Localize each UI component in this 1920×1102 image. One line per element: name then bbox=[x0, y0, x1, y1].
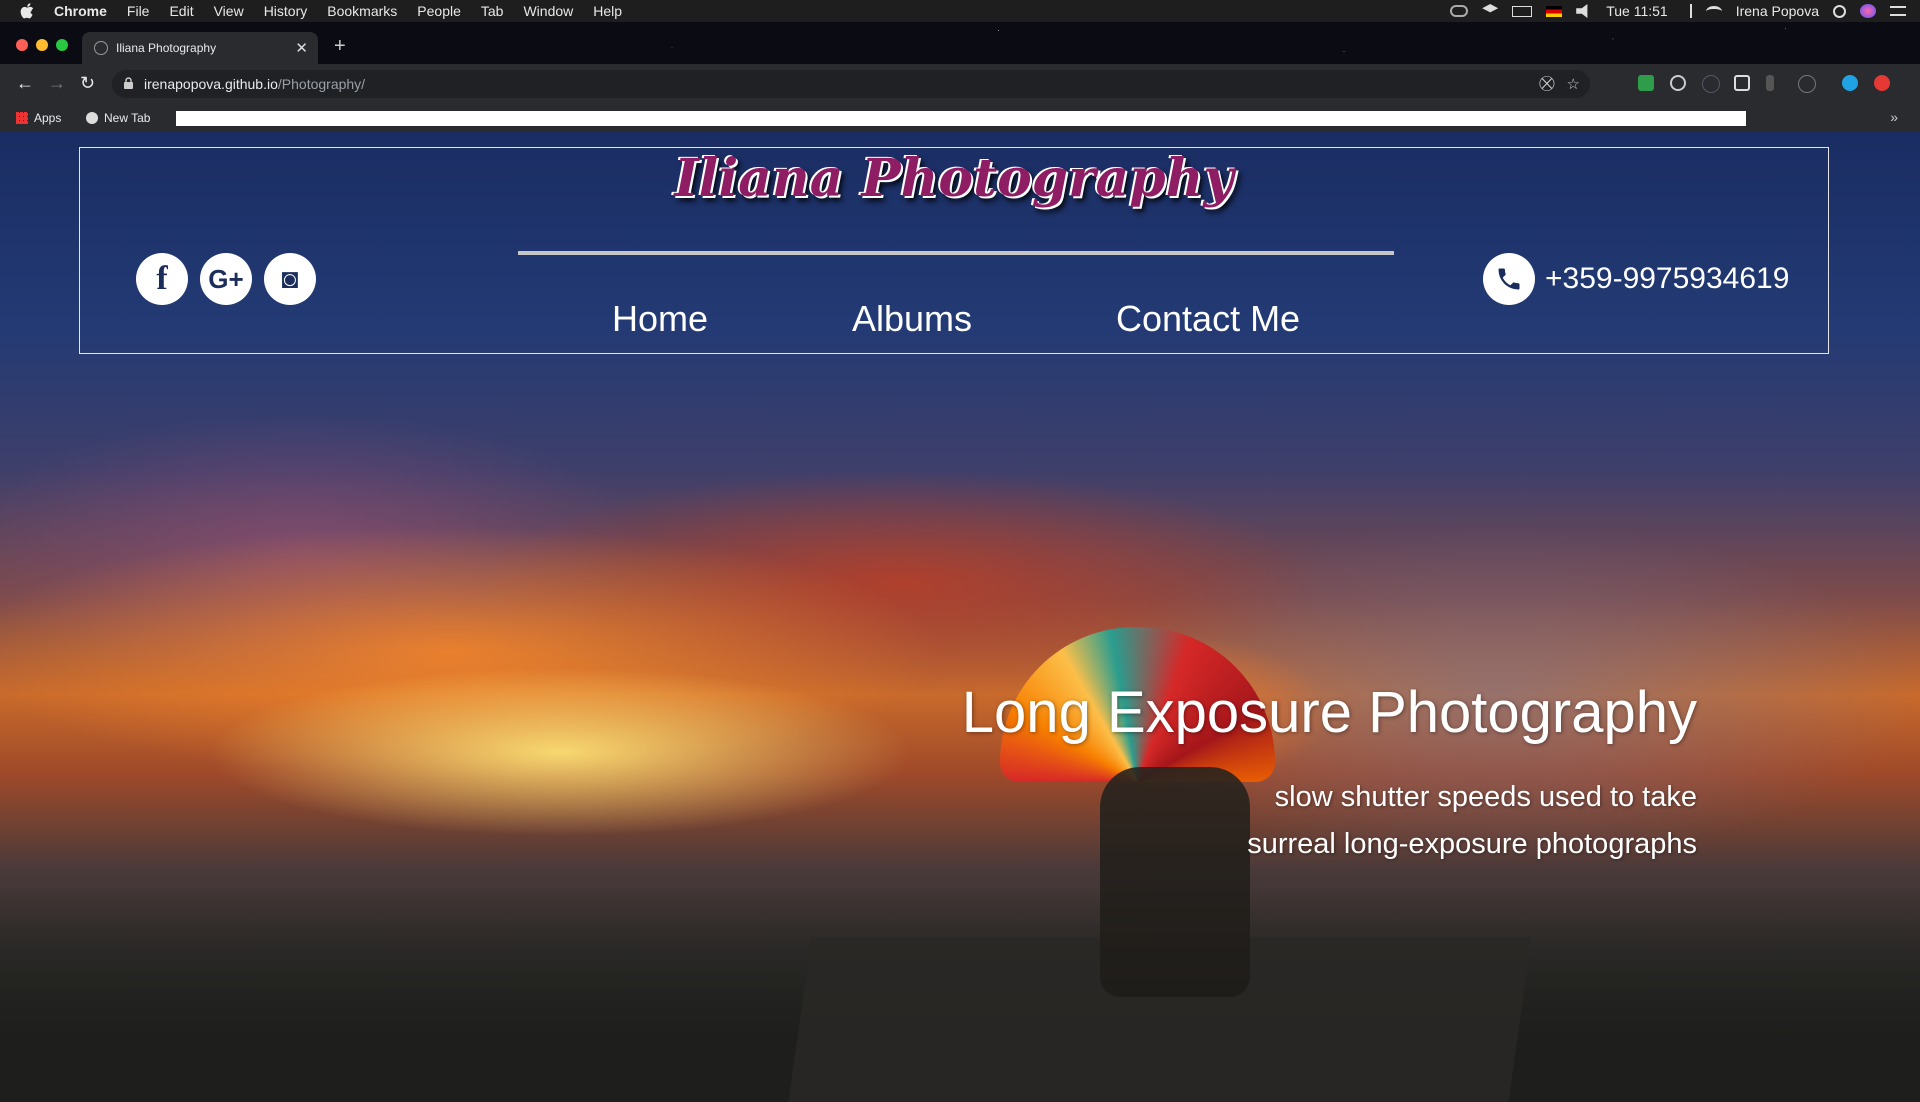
bookmark-new-tab[interactable]: New Tab bbox=[86, 111, 150, 125]
new-tab-button[interactable]: + bbox=[334, 36, 346, 56]
bookmark-apps-label: Apps bbox=[34, 111, 62, 125]
reload-icon[interactable]: ↻ bbox=[80, 73, 95, 93]
hero-title: Long Exposure Photography bbox=[961, 680, 1697, 745]
blocked-popup-icon[interactable]: ⛒ bbox=[1539, 75, 1554, 93]
facebook-icon[interactable]: f bbox=[136, 253, 188, 305]
minimize-window-button[interactable] bbox=[36, 39, 48, 51]
nav-home[interactable]: Home bbox=[612, 298, 708, 340]
bookmarks-overflow-icon[interactable]: » bbox=[1890, 109, 1898, 125]
menubar-clock[interactable]: Tue 11:51 bbox=[1606, 3, 1668, 19]
site-logo[interactable]: Iliana Photography bbox=[80, 148, 1828, 209]
menu-edit[interactable]: Edit bbox=[169, 3, 193, 19]
omnibox-icons: ⛒ ☆ bbox=[1539, 75, 1580, 93]
url-path: /Photography/ bbox=[277, 76, 366, 92]
macos-menubar: Chrome File Edit View History Bookmarks … bbox=[0, 0, 1920, 22]
web-page: Iliana Photography f G+ ◙ Home Albums Co… bbox=[0, 132, 1920, 1102]
close-window-button[interactable] bbox=[16, 39, 28, 51]
tab-close-icon[interactable]: ✕ bbox=[295, 39, 308, 57]
url-text[interactable]: irenapopova.github.io/Photography/ bbox=[144, 76, 365, 92]
hero-subtitle-line2: surreal long-exposure photographs bbox=[1247, 828, 1697, 860]
bookmark-new-tab-label: New Tab bbox=[104, 111, 151, 125]
address-bar[interactable]: irenapopova.github.io/Photography/ ⛒ ☆ bbox=[112, 70, 1590, 98]
spotlight-search-icon[interactable] bbox=[1833, 4, 1846, 18]
menu-tab[interactable]: Tab bbox=[481, 3, 504, 19]
notification-center-icon[interactable] bbox=[1890, 6, 1906, 16]
tab-favicon bbox=[94, 41, 108, 55]
apple-icon[interactable] bbox=[20, 3, 34, 19]
phone-contact[interactable]: +359-9975934619 bbox=[1483, 253, 1789, 305]
tab-strip: Iliana Photography ✕ + bbox=[0, 22, 1920, 64]
bookmarks-redacted-area bbox=[176, 111, 1746, 126]
siri-icon[interactable] bbox=[1860, 4, 1876, 18]
cloud-icon[interactable] bbox=[1450, 5, 1469, 17]
browser-tab[interactable]: Iliana Photography ✕ bbox=[82, 32, 318, 64]
globe-icon bbox=[86, 112, 98, 124]
hero-subtitle-line1: slow shutter speeds used to take bbox=[1274, 781, 1697, 813]
tab-title: Iliana Photography bbox=[116, 41, 217, 55]
bookmarks-bar: Apps New Tab » bbox=[0, 104, 1920, 132]
menu-file[interactable]: File bbox=[127, 3, 150, 19]
social-links: f G+ ◙ bbox=[136, 253, 316, 305]
menu-help[interactable]: Help bbox=[593, 3, 622, 19]
bookmark-star-icon[interactable]: ☆ bbox=[1567, 75, 1580, 93]
bluetooth-icon[interactable] bbox=[1682, 4, 1692, 18]
browser-window: Iliana Photography ✕ + ← → ↻ irenapopova… bbox=[0, 22, 1920, 1102]
site-header: Iliana Photography f G+ ◙ Home Albums Co… bbox=[79, 147, 1829, 354]
header-divider bbox=[518, 251, 1394, 255]
volume-icon[interactable] bbox=[1576, 4, 1588, 18]
extension-skype-icon[interactable] bbox=[1842, 75, 1858, 91]
instagram-icon[interactable]: ◙ bbox=[264, 253, 316, 305]
extension-clock-icon[interactable] bbox=[1798, 75, 1816, 93]
wifi-icon[interactable] bbox=[1705, 5, 1722, 17]
phone-icon bbox=[1483, 253, 1535, 305]
menu-app-name[interactable]: Chrome bbox=[54, 3, 107, 19]
phone-number: +359-9975934619 bbox=[1545, 262, 1790, 295]
photo-person-silhouette bbox=[1100, 767, 1250, 997]
extension-a-icon[interactable] bbox=[1702, 75, 1720, 93]
extension-green-icon[interactable] bbox=[1638, 75, 1654, 91]
extension-notion-icon[interactable] bbox=[1734, 75, 1750, 91]
hero-subtitle: slow shutter speeds used to take surreal… bbox=[1247, 774, 1697, 868]
nav-albums[interactable]: Albums bbox=[852, 298, 972, 340]
url-host: irenapopova.github.io bbox=[144, 76, 278, 92]
menu-window[interactable]: Window bbox=[523, 3, 573, 19]
nav-contact-me[interactable]: Contact Me bbox=[1116, 298, 1300, 340]
apps-grid-icon bbox=[16, 112, 28, 124]
menubar-user[interactable]: Irena Popova bbox=[1736, 3, 1819, 19]
menu-history[interactable]: History bbox=[264, 3, 308, 19]
flag-de-icon[interactable] bbox=[1546, 5, 1563, 17]
extension-gear-icon[interactable] bbox=[1670, 75, 1686, 91]
back-arrow-icon[interactable]: ← bbox=[16, 73, 34, 93]
battery-icon[interactable] bbox=[1512, 5, 1533, 17]
forward-arrow-icon[interactable]: → bbox=[48, 73, 66, 93]
google-plus-icon[interactable]: G+ bbox=[200, 253, 252, 305]
profile-avatar-icon[interactable] bbox=[1874, 75, 1890, 91]
menu-people[interactable]: People bbox=[417, 3, 461, 19]
browser-toolbar: ← → ↻ irenapopova.github.io/Photography/… bbox=[0, 64, 1920, 104]
bookmark-apps[interactable]: Apps bbox=[16, 111, 61, 125]
menu-bookmarks[interactable]: Bookmarks bbox=[327, 3, 397, 19]
maximize-window-button[interactable] bbox=[56, 39, 68, 51]
lock-icon bbox=[124, 77, 133, 89]
extension-bell-icon[interactable] bbox=[1766, 75, 1774, 91]
dropbox-icon[interactable] bbox=[1482, 4, 1499, 13]
menu-view[interactable]: View bbox=[214, 3, 244, 19]
